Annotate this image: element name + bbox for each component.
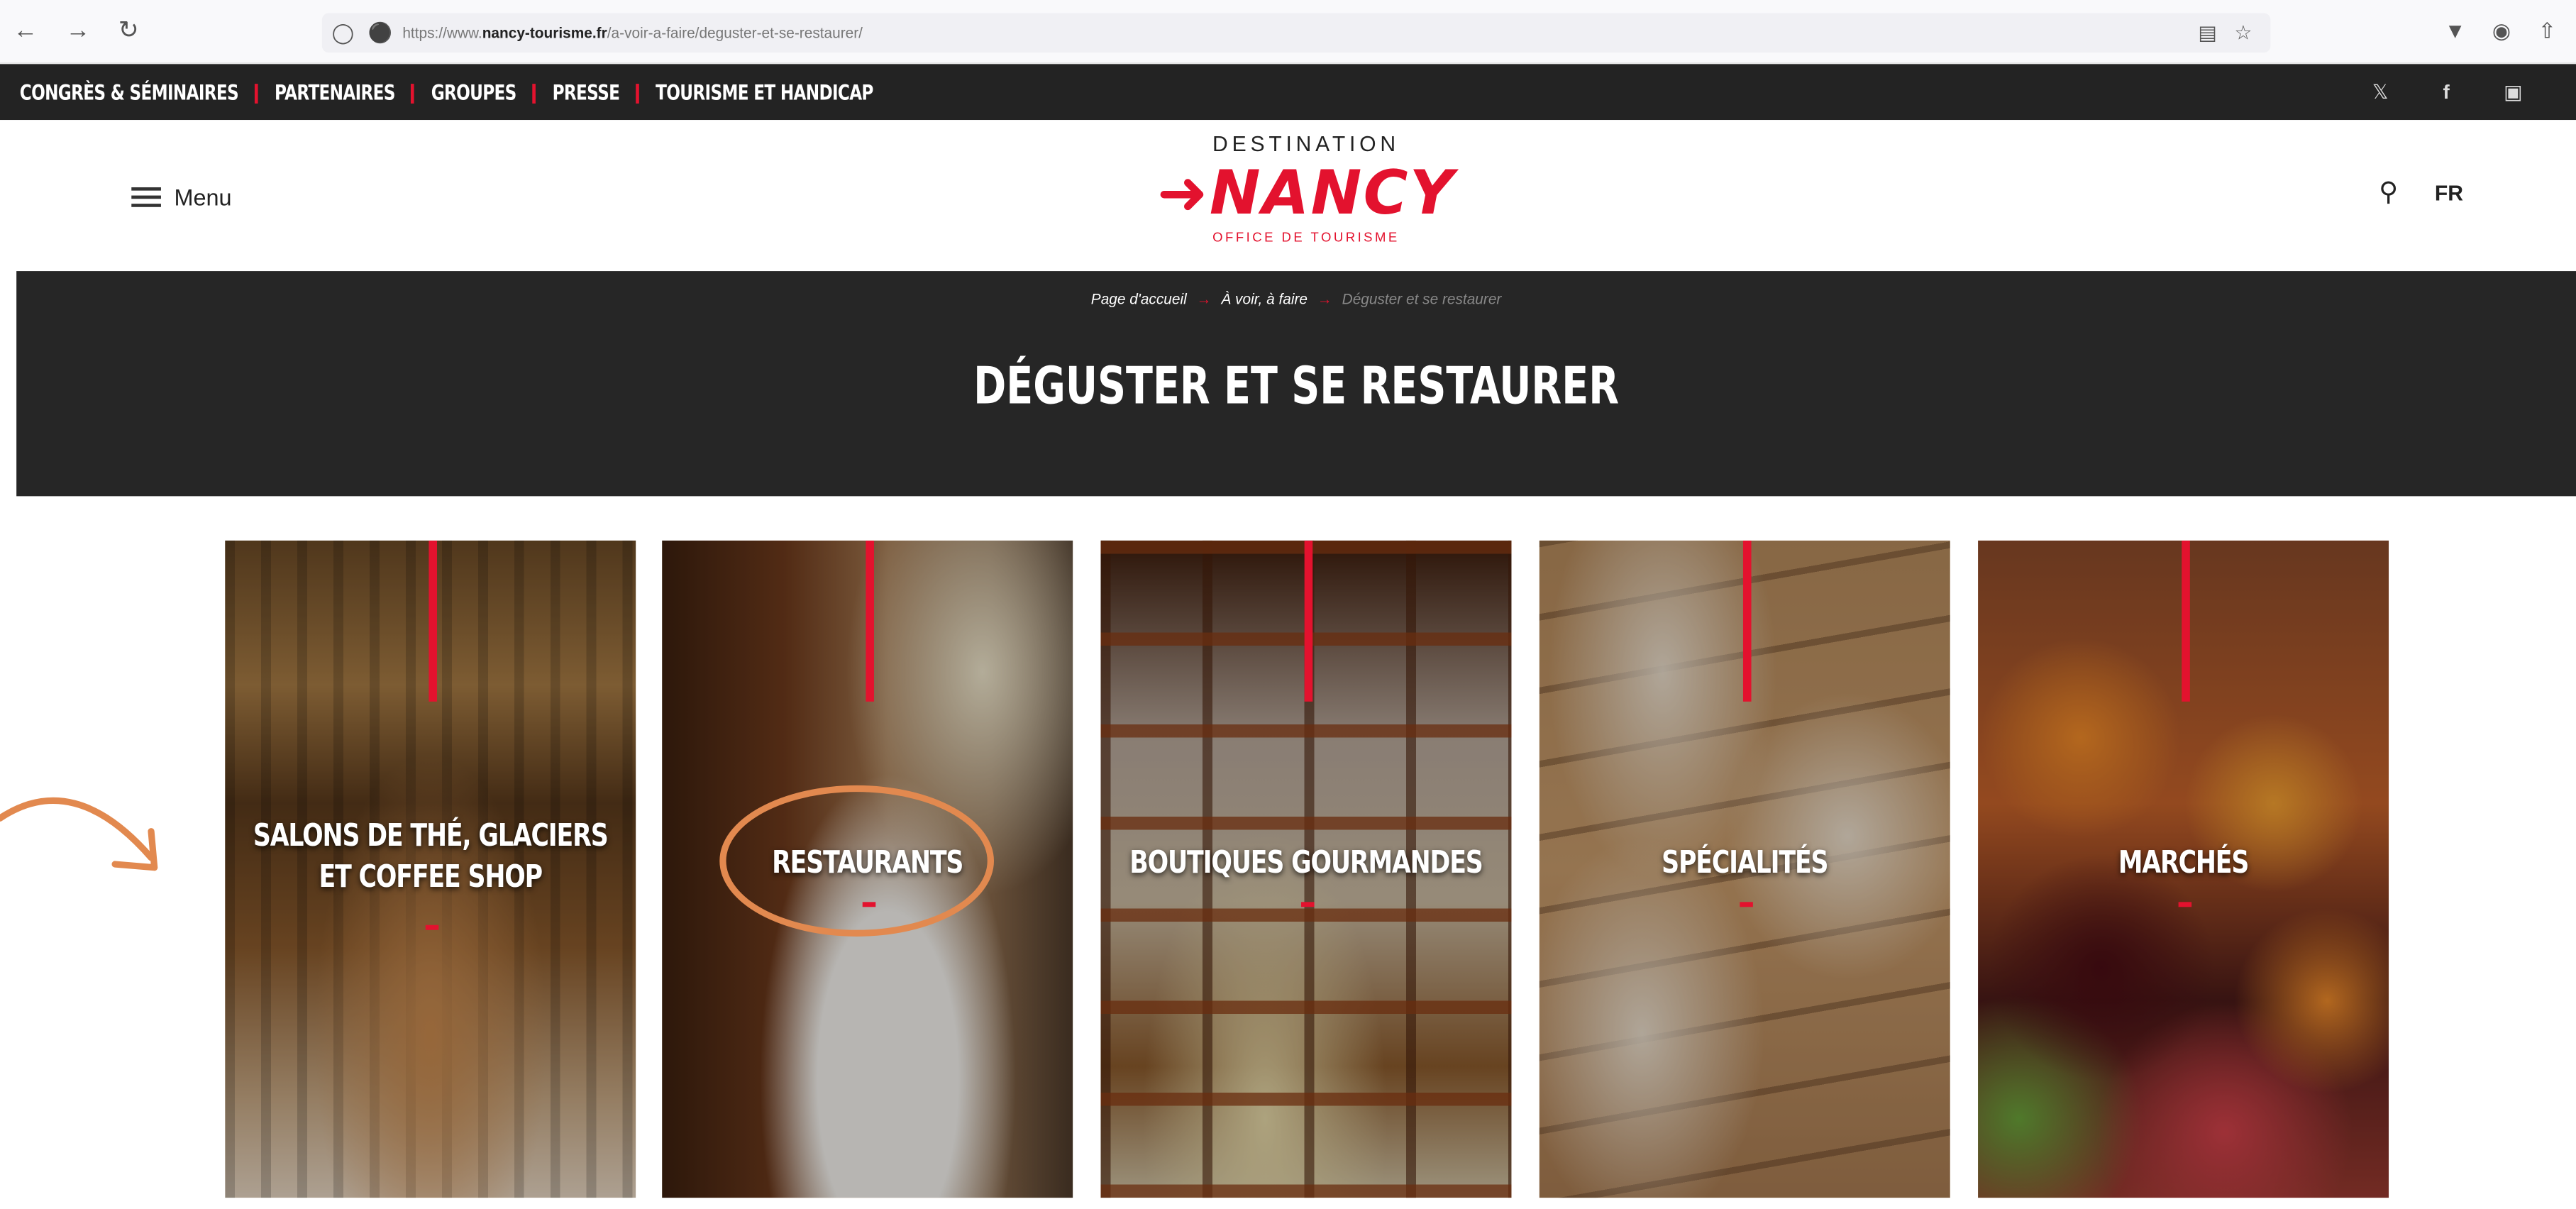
facebook-icon[interactable]: f <box>2443 77 2449 107</box>
logo-name: NANCY <box>1209 158 1456 228</box>
card-salons-de-the[interactable]: SALONS DE THÉ, GLACIERS ET COFFEE SHOP <box>225 540 636 1198</box>
instagram-icon[interactable]: ▣ <box>2504 77 2522 107</box>
card-marches[interactable]: MARCHÉS <box>1978 540 2389 1198</box>
back-icon[interactable]: ← <box>13 15 38 48</box>
separator <box>532 84 536 104</box>
logo-wordmark: ➜NANCY <box>1134 158 1478 228</box>
link-presse[interactable]: Presse <box>553 82 620 105</box>
bookmark-star-icon[interactable]: ☆ <box>2234 18 2252 48</box>
link-tourisme-handicap[interactable]: Tourisme et handicap <box>656 82 873 105</box>
pocket-icon[interactable]: ▼ <box>2445 16 2466 46</box>
card-specialites[interactable]: SPÉCIALITÉS <box>1539 540 1950 1198</box>
menu-button[interactable]: Menu <box>131 179 232 215</box>
page-root: ← → ↻ ◯ ⚫ https://www.nancy-tourisme.fr/… <box>0 0 2576 1209</box>
address-bar[interactable]: ◯ ⚫ https://www.nancy-tourisme.fr/a-voir… <box>321 13 2271 53</box>
page-title: DÉGUSTER ET SE RESTAURER <box>973 356 1620 416</box>
breadcrumb-current: Déguster et se restaurer <box>1342 290 1502 308</box>
link-groupes[interactable]: Groupes <box>431 82 517 105</box>
hamburger-icon <box>131 187 161 207</box>
x-icon[interactable]: 𝕏 <box>2372 77 2388 107</box>
share-icon[interactable]: ⇧ <box>2538 16 2556 46</box>
search-icon[interactable]: ⚲ <box>2379 177 2398 210</box>
separator <box>255 84 258 104</box>
lock-icon[interactable]: ⚫ <box>368 18 393 48</box>
card-label: SPÉCIALITÉS <box>1662 844 1828 881</box>
reader-icon[interactable]: ▤ <box>2198 18 2216 48</box>
breadcrumb-arrow-icon: → <box>1196 290 1212 308</box>
browser-toolbar: ← → ↻ ◯ ⚫ https://www.nancy-tourisme.fr/… <box>0 0 2576 65</box>
card-label-line2: ET COFFEE SHOP <box>319 858 543 895</box>
separator <box>411 84 415 104</box>
card-underline <box>1740 902 1753 907</box>
site-logo[interactable]: DESTINATION ➜NANCY OFFICE DE TOURISME <box>1134 128 1478 257</box>
annotation-highlight-ellipse <box>719 785 994 937</box>
card-label-line1: SALONS DE THÉ, GLACIERS <box>253 817 609 854</box>
link-partenaires[interactable]: Partenaires <box>275 82 396 105</box>
shield-icon[interactable]: ◯ <box>332 18 354 48</box>
card-accent-line <box>1304 540 1313 702</box>
card-label: SALONS DE THÉ, GLACIERS ET COFFEE SHOP <box>241 815 619 898</box>
link-congres[interactable]: Congrès & Séminaires <box>20 82 239 105</box>
logo-tagline: OFFICE DE TOURISME <box>1212 230 1400 245</box>
url-prefix: https://www. <box>402 24 482 41</box>
separator <box>636 84 640 104</box>
card-label: BOUTIQUES GOURMANDES <box>1129 844 1483 881</box>
card-label: MARCHÉS <box>2118 844 2250 881</box>
card-accent-line <box>2182 540 2190 702</box>
logo-destination-text: DESTINATION <box>1212 131 1400 156</box>
url-domain: nancy-tourisme.fr <box>482 24 607 41</box>
top-utility-bar: Congrès & Séminaires Partenaires Groupes… <box>0 64 2576 121</box>
url-path: /a-voir-a-faire/deguster-et-se-restaurer… <box>607 24 863 41</box>
breadcrumb-arrow-icon: → <box>1317 290 1332 308</box>
annotation-arrow-icon <box>0 797 158 871</box>
card-accent-line <box>1742 540 1752 702</box>
url-text[interactable]: https://www.nancy-tourisme.fr/a-voir-a-f… <box>402 20 863 46</box>
utility-links: Congrès & Séminaires Partenaires Groupes… <box>20 79 874 109</box>
logo-arrow-icon: ➜ <box>1156 158 1210 228</box>
card-underline <box>425 924 439 930</box>
breadcrumb: Page d'accueil → À voir, à faire → Déguster … <box>16 291 2576 307</box>
language-selector[interactable]: FR <box>2435 181 2463 206</box>
card-accent-line <box>866 540 874 702</box>
forward-icon[interactable]: → <box>66 15 91 48</box>
card-accent-line <box>429 540 437 702</box>
card-underline <box>2178 902 2192 907</box>
card-underline <box>1301 902 1315 907</box>
breadcrumb-home[interactable]: Page d'accueil <box>1091 291 1187 307</box>
hero-banner: Page d'accueil → À voir, à faire → Déguster … <box>16 271 2576 497</box>
menu-label: Menu <box>174 184 232 211</box>
breadcrumb-a-voir[interactable]: À voir, à faire <box>1221 291 1308 307</box>
card-boutiques-gourmandes[interactable]: BOUTIQUES GOURMANDES <box>1100 540 1512 1198</box>
extension-icon[interactable]: ◉ <box>2492 16 2511 46</box>
reload-icon[interactable]: ↻ <box>118 15 139 48</box>
